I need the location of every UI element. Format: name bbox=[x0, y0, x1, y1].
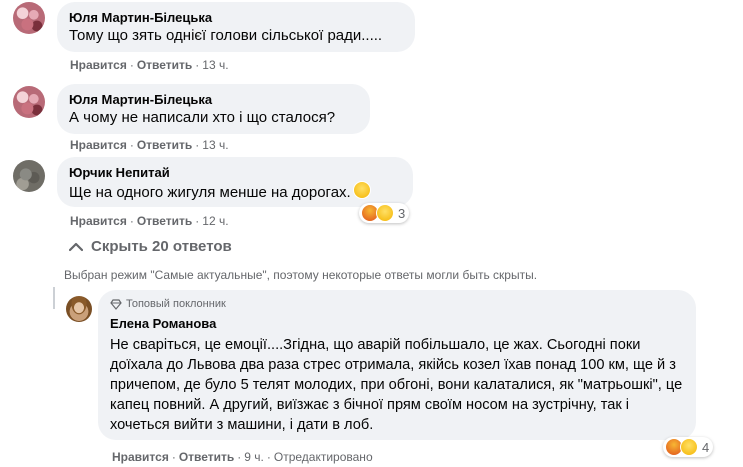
hide-replies-label: Скрыть 20 ответов bbox=[91, 238, 232, 255]
reply-link[interactable]: Ответить bbox=[137, 58, 192, 72]
like-link[interactable]: Нравится bbox=[70, 214, 127, 228]
reply-link[interactable]: Ответить bbox=[137, 214, 192, 228]
reply-link[interactable]: Ответить bbox=[137, 138, 192, 152]
reply-time[interactable]: 9 ч. bbox=[244, 450, 264, 464]
reactions-summary[interactable]: 4 bbox=[663, 437, 714, 457]
avatar[interactable] bbox=[13, 86, 45, 118]
comment-actions: Нравится · Ответить · 13 ч. bbox=[70, 58, 229, 72]
comment-time[interactable]: 13 ч. bbox=[202, 138, 228, 152]
comment-time[interactable]: 12 ч. bbox=[202, 214, 228, 228]
reply-actions: Нравится · Ответить · 9 ч. · Отредактировано bbox=[112, 450, 373, 464]
chevron-up-icon bbox=[69, 242, 83, 251]
avatar[interactable] bbox=[66, 296, 92, 322]
reply-bubble: Топовый поклонник Елена Романова Не свар… bbox=[98, 290, 696, 440]
comment-bubble: Юля Мартин-Білецька А чому не написали х… bbox=[57, 84, 370, 134]
reply-author[interactable]: Елена Романова bbox=[110, 316, 684, 332]
relevance-mode-note: Выбран режим "Самые актуальные", поэтому… bbox=[64, 268, 538, 282]
avatar[interactable] bbox=[13, 160, 45, 192]
comment-bubble: Юля Мартин-Білецька Тому що зять однієї … bbox=[57, 2, 415, 52]
hide-replies-button[interactable]: Скрыть 20 ответов bbox=[69, 238, 232, 255]
comment-bubble: Юрчик Непитай Ще на одного жигуля менше … bbox=[57, 157, 413, 207]
comment-time[interactable]: 13 ч. bbox=[202, 58, 228, 72]
badge-label: Топовый поклонник bbox=[126, 298, 226, 310]
like-link[interactable]: Нравится bbox=[112, 450, 169, 464]
diamond-icon bbox=[110, 298, 122, 310]
comment-author[interactable]: Юрчик Непитай bbox=[69, 165, 401, 181]
laugh-icon bbox=[680, 438, 698, 456]
reply-link[interactable]: Ответить bbox=[179, 450, 234, 464]
like-link[interactable]: Нравится bbox=[70, 58, 127, 72]
comment-actions: Нравится · Ответить · 12 ч. bbox=[70, 214, 229, 228]
comment-text: А чому не написали хто і що сталося? bbox=[69, 109, 336, 126]
comment-text: Ще на одного жигуля менше на дорогах. bbox=[69, 181, 401, 203]
reactions-summary[interactable]: 3 bbox=[359, 203, 410, 223]
laugh-icon bbox=[376, 204, 394, 222]
comment-author[interactable]: Юля Мартин-Білецька bbox=[69, 92, 358, 108]
comment-text: Тому що зять однієї голови сільської рад… bbox=[69, 27, 383, 44]
thread-line bbox=[53, 287, 55, 309]
avatar[interactable] bbox=[13, 2, 45, 34]
top-fan-badge[interactable]: Топовый поклонник bbox=[110, 297, 684, 311]
reactions-count: 4 bbox=[702, 439, 710, 455]
comment-text-content: Ще на одного жигуля менше на дорогах. bbox=[69, 184, 351, 201]
comment-actions: Нравится · Ответить · 13 ч. bbox=[70, 138, 229, 152]
reply-text: Не сваріться, це емоції....Згідна, що ав… bbox=[110, 337, 683, 433]
comment-author[interactable]: Юля Мартин-Білецька bbox=[69, 10, 403, 26]
grinning-emoji-icon bbox=[352, 181, 371, 199]
reactions-count: 3 bbox=[398, 205, 406, 221]
like-link[interactable]: Нравится bbox=[70, 138, 127, 152]
edited-label: Отредактировано bbox=[273, 450, 373, 464]
